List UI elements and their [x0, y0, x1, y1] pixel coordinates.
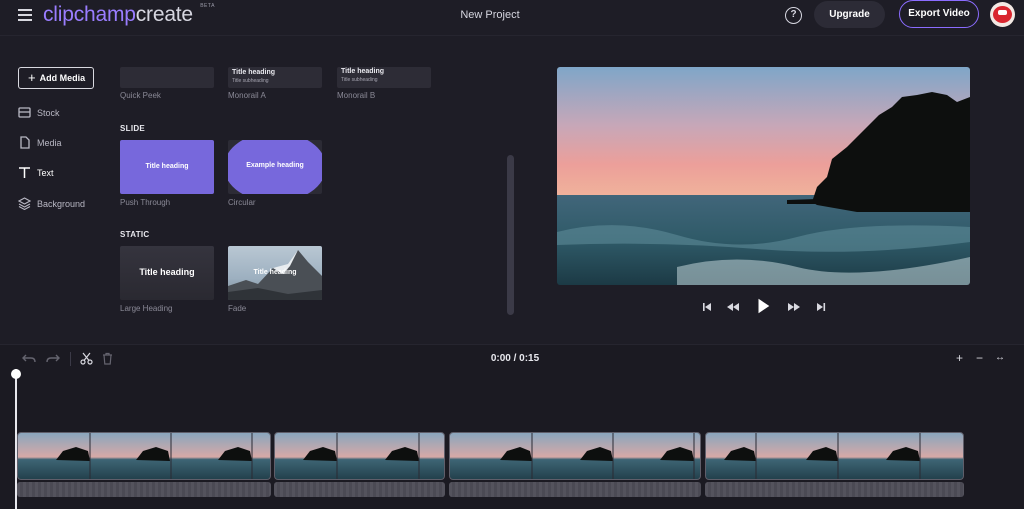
add-media-label: Add Media: [39, 73, 86, 83]
sidebar-item-label: Text: [37, 168, 54, 178]
stock-icon: [18, 107, 31, 118]
add-media-button[interactable]: + Add Media: [18, 67, 94, 89]
skip-forward-icon[interactable]: [814, 298, 828, 316]
sidebar-item-label: Background: [37, 199, 86, 209]
audio-track[interactable]: [17, 482, 271, 497]
text-template-fade[interactable]: Title heading: [228, 246, 322, 300]
clip-thumbnails: [18, 433, 270, 479]
video-clip[interactable]: [705, 432, 964, 480]
clip-thumbnails: [275, 433, 444, 479]
upgrade-button[interactable]: Upgrade: [814, 1, 885, 28]
text-template-monorail-a[interactable]: Title heading Title subheading: [228, 67, 322, 88]
fast-forward-icon[interactable]: [787, 298, 801, 316]
template-title: Title heading: [341, 68, 385, 75]
clip-thumbnails: [450, 433, 700, 479]
template-title: Title heading: [232, 69, 276, 76]
template-caption: Push Through: [120, 198, 171, 207]
text-template-push-through[interactable]: Title heading: [120, 140, 214, 194]
template-caption: Monorail A: [228, 91, 266, 100]
video-clip[interactable]: [274, 432, 445, 480]
sidebar-item-label: Media: [37, 138, 62, 148]
video-clip[interactable]: [449, 432, 701, 480]
zoom-out-icon[interactable]: −: [976, 351, 983, 365]
help-icon[interactable]: ?: [785, 7, 802, 24]
text-template-circular[interactable]: Example heading: [228, 140, 322, 194]
text-template-large-heading[interactable]: Title heading: [120, 246, 214, 300]
plus-icon: +: [28, 70, 36, 85]
player-controls: [700, 298, 830, 318]
template-preview-text: Title heading: [145, 163, 189, 170]
template-subtitle: Title subheading: [232, 78, 269, 84]
text-template-monorail-b[interactable]: Title heading Title subheading: [337, 67, 431, 88]
panel-scrollbar[interactable]: [507, 155, 514, 315]
export-video-button[interactable]: Export Video: [899, 0, 979, 28]
avatar[interactable]: [990, 2, 1015, 27]
file-icon: [20, 136, 30, 149]
section-header-slide: SLIDE: [120, 124, 146, 133]
video-preview[interactable]: [557, 67, 970, 285]
template-caption: Quick Peek: [120, 91, 161, 100]
sidebar-item-label: Stock: [37, 108, 60, 118]
fit-timeline-icon[interactable]: ↔: [995, 352, 1005, 363]
play-icon[interactable]: [755, 297, 771, 315]
app-window: clipchampcreate BETA New Project ? Upgra…: [0, 0, 1024, 509]
audio-track[interactable]: [705, 482, 964, 497]
timecode: 0:00 / 0:15: [490, 353, 540, 364]
template-caption: Monorail B: [337, 91, 376, 100]
zoom-in-icon[interactable]: +: [956, 351, 963, 365]
clip-thumbnails: [706, 433, 963, 479]
template-caption: Fade: [228, 304, 247, 313]
text-icon: [19, 167, 30, 178]
template-preview-text: Title heading: [139, 267, 195, 277]
template-caption: Large Heading: [120, 304, 173, 313]
template-preview-text: Example heading: [246, 162, 304, 169]
text-template-quick-peek[interactable]: [120, 67, 214, 88]
rewind-icon[interactable]: [726, 298, 740, 316]
preview-frame: [557, 67, 970, 285]
audio-track[interactable]: [274, 482, 445, 497]
top-bar: clipchampcreate BETA New Project ? Upgra…: [0, 0, 1024, 36]
template-subtitle: Title subheading: [341, 77, 378, 83]
audio-track[interactable]: [449, 482, 701, 497]
section-header-static: STATIC: [120, 230, 150, 239]
layers-icon: [18, 197, 31, 210]
video-clip[interactable]: [17, 432, 271, 480]
template-preview-text: Title heading: [253, 269, 297, 276]
playhead-handle[interactable]: [11, 369, 21, 379]
playhead[interactable]: [15, 369, 17, 509]
template-caption: Circular: [228, 198, 256, 207]
skip-back-icon[interactable]: [700, 298, 714, 316]
